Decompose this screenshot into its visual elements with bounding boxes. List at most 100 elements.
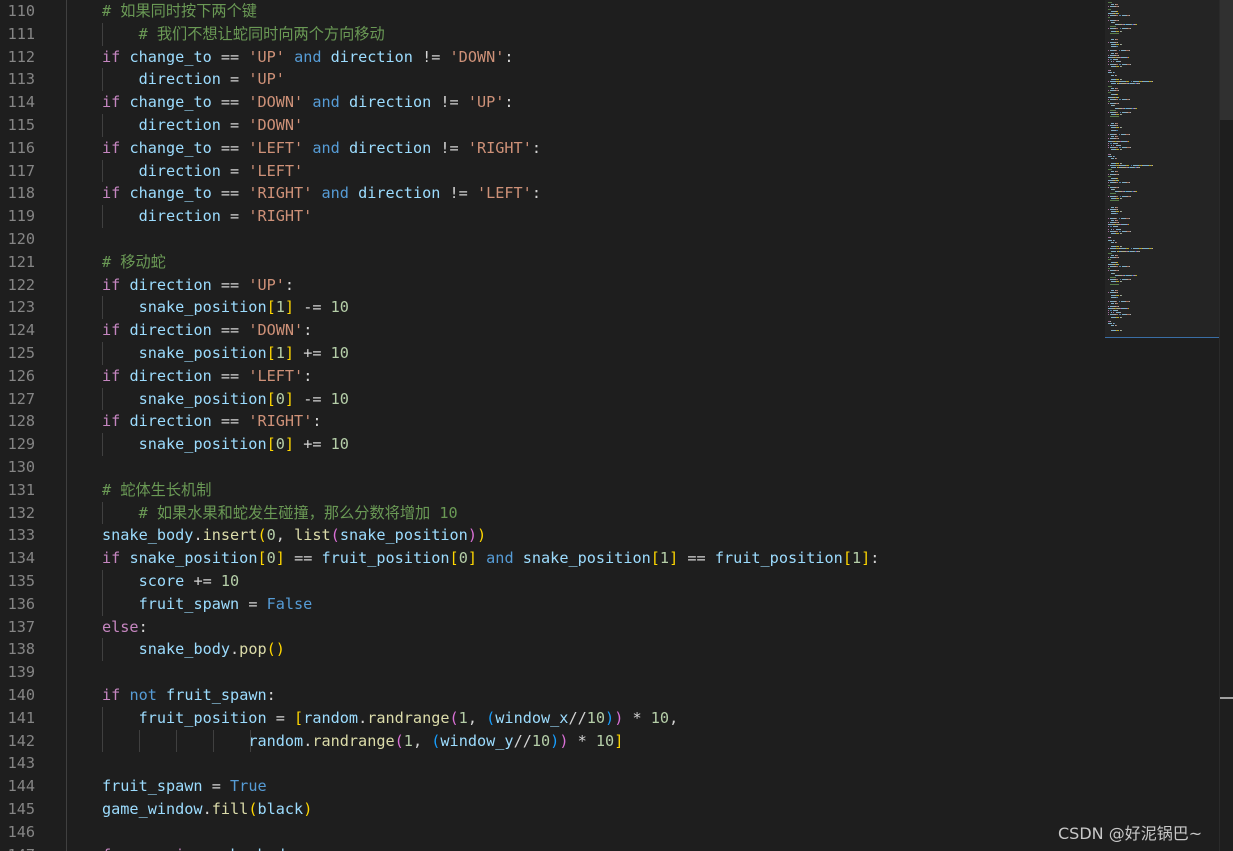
code-line[interactable]: 125 snake_position[1] += 10 [0, 342, 1105, 365]
minimap-stroke [1108, 186, 1109, 188]
code-line[interactable]: 114 if change_to == 'DOWN' and direction … [0, 91, 1105, 114]
code-line[interactable]: 136 fruit_spawn = False [0, 592, 1105, 616]
code-token: 10 [330, 435, 349, 454]
vertical-scrollbar[interactable] [1219, 0, 1233, 851]
minimap-stroke [1113, 156, 1116, 157]
code-line[interactable]: 115 direction = 'DOWN' [0, 114, 1105, 137]
code-token: : [284, 275, 295, 294]
code-line[interactable]: 135 score += 10 [0, 570, 1105, 593]
code-line[interactable]: 143 [0, 752, 1105, 776]
code-line[interactable]: 131 # 蛇体生长机制 [0, 478, 1105, 502]
code-token: . [202, 800, 212, 818]
code-token: ( [486, 708, 496, 727]
code-text: random.randrange(1, (window_y//10)) * 10… [102, 730, 623, 753]
minimap-stroke [1110, 142, 1112, 144]
code-line[interactable]: 137 else: [0, 615, 1105, 639]
code-editor[interactable]: 110 # 如果同时按下两个键 111 # 我们不想让蛇同时向两个方向移动 112 if… [0, 0, 1105, 851]
code-token: ] [284, 389, 295, 408]
minimap-stroke [1128, 134, 1130, 135]
code-token: * [623, 708, 651, 727]
code-line[interactable]: 124 if direction == 'DOWN': [0, 319, 1105, 342]
minimap-stroke [1110, 61, 1112, 63]
code-line[interactable]: 116 if change_to == 'LEFT' and direction … [0, 136, 1105, 160]
code-line[interactable]: 120 [0, 228, 1105, 251]
minimap-stroke [1118, 222, 1119, 223]
minimap[interactable] [1105, 0, 1219, 851]
minimap-stroke [1130, 314, 1131, 316]
code-line[interactable]: 133 snake_body.insert(0, list(snake_posit… [0, 524, 1105, 548]
code-line[interactable]: 122 if direction == 'UP': [0, 273, 1105, 297]
code-token: [ [266, 435, 276, 454]
minimap-stroke [1113, 228, 1115, 230]
line-number: 131 [7, 480, 35, 499]
indent-guide [66, 775, 67, 798]
code-token: : [266, 686, 276, 704]
code-token: pos [139, 846, 166, 851]
minimap-stroke [1113, 323, 1116, 325]
code-line[interactable]: 111 # 我们不想让蛇同时向两个方向移动 [0, 22, 1105, 46]
minimap-stroke [1136, 24, 1137, 25]
code-token: pop [239, 640, 267, 659]
code-line[interactable]: 146 [0, 820, 1105, 844]
code-line[interactable]: 121 # 移动蛇 [0, 250, 1105, 274]
code-token: # 我们不想让蛇同时向两个方向移动 [102, 24, 385, 43]
minimap-stroke [1118, 138, 1119, 140]
code-line[interactable]: 118 if change_to == 'RIGHT' and direction… [0, 182, 1105, 206]
code-token: () [266, 640, 285, 659]
code-token: // [568, 708, 587, 727]
code-token: . [303, 731, 313, 750]
indent-guide [66, 570, 67, 593]
code-token: ) [476, 526, 487, 545]
minimap-stroke [1108, 266, 1109, 267]
code-line[interactable]: 117 direction = 'LEFT' [0, 159, 1105, 183]
minimap-stroke [1108, 85, 1113, 87]
code-token: ) [605, 708, 615, 727]
code-line[interactable]: 110 # 如果同时按下两个键 [0, 0, 1105, 23]
minimap-stroke [1108, 138, 1109, 140]
minimap-stroke [1108, 8, 1112, 10]
scrollbar-thumb[interactable] [1220, 0, 1233, 120]
code-token: [ [650, 549, 660, 568]
code-line[interactable]: 126 if direction == 'LEFT': [0, 364, 1105, 388]
code-token: snake_position [138, 298, 267, 317]
code-token: = [202, 777, 231, 796]
minimap-stroke [1139, 167, 1141, 168]
code-token: 'RIGHT' [248, 207, 313, 226]
minimap-stroke [1127, 224, 1129, 226]
code-line[interactable]: 112 if change_to == 'UP' and direction !=… [0, 45, 1105, 69]
line-number: 116 [7, 138, 35, 157]
code-line[interactable]: 144 fruit_spawn = True [0, 775, 1105, 798]
code-line[interactable]: 130 [0, 456, 1105, 479]
code-line[interactable]: 134 if snake_position[0] == fruit_positio… [0, 547, 1105, 570]
code-token: ] [275, 549, 285, 568]
code-line[interactable]: 145 game_window.fill(black) [0, 798, 1105, 821]
code-line[interactable]: 142 random.randrange(1, (window_y//10)) … [0, 729, 1105, 753]
code-line[interactable]: 140 if not fruit_spawn: [0, 684, 1105, 707]
code-line[interactable]: 138 snake_body.pop() [0, 638, 1105, 662]
code-line[interactable]: 141 fruit_position = [random.randrange(1… [0, 706, 1105, 730]
code-text: # 移动蛇 [102, 251, 166, 274]
code-token: 'UP' [248, 275, 285, 294]
minimap-stroke [1120, 233, 1122, 234]
code-line[interactable]: 113 direction = 'UP' [0, 68, 1105, 92]
code-line[interactable]: 139 [0, 661, 1105, 684]
code-line[interactable]: 147 for pos in snake_body: [0, 843, 1105, 851]
code-token: 0 [275, 435, 285, 454]
code-line[interactable]: 127 snake_position[0] -= 10 [0, 387, 1105, 411]
code-line[interactable]: 128 if direction == 'RIGHT': [0, 410, 1105, 434]
code-line[interactable]: 132 # 如果水果和蛇发生碰撞，那么分数将增加 10 [0, 501, 1105, 525]
code-text: if direction == 'RIGHT': [102, 410, 322, 433]
indent-guide [66, 615, 67, 639]
minimap-stroke [1116, 296, 1119, 298]
line-number: 130 [7, 458, 35, 476]
minimap-stroke [1116, 178, 1118, 179]
code-token: else [102, 617, 139, 636]
code-token: change_to [129, 184, 212, 203]
indent-guide [66, 752, 67, 776]
code-line[interactable]: 119 direction = 'RIGHT' [0, 205, 1105, 228]
code-line[interactable]: 129 snake_position[0] += 10 [0, 433, 1105, 456]
code-line[interactable]: 123 snake_position[1] -= 10 [0, 296, 1105, 320]
